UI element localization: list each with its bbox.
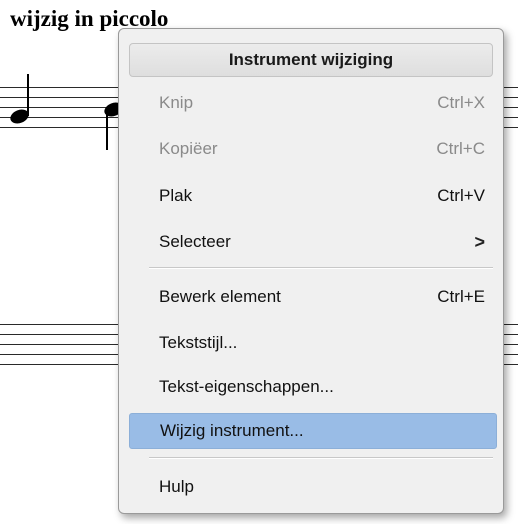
menu-item-change-instrument[interactable]: Wijzig instrument... — [129, 413, 497, 449]
menu-item-shortcut: Ctrl+C — [436, 139, 485, 158]
menu-item-label: Plak — [159, 186, 193, 205]
menu-item-copy[interactable]: Kopiëer Ctrl+C — [129, 131, 497, 167]
menu-item-text-properties[interactable]: Tekst-eigenschappen... — [129, 369, 497, 405]
menu-item-shortcut: Ctrl+V — [437, 186, 485, 205]
menu-item-shortcut: Ctrl+X — [437, 93, 485, 112]
chevron-right-icon: > — [474, 231, 485, 252]
note-stem — [27, 74, 29, 116]
menu-item-shortcut: Ctrl+E — [437, 287, 485, 306]
menu-item-label: Knip — [159, 93, 194, 112]
menu-item-label: Kopiëer — [159, 139, 218, 158]
menu-item-label: Wijzig instrument... — [160, 421, 304, 440]
menu-item-label: Bewerk element — [159, 287, 281, 306]
menu-item-edit-element[interactable]: Bewerk element Ctrl+E — [129, 279, 497, 315]
menu-header: Instrument wijziging — [129, 43, 493, 77]
menu-item-label: Selecteer — [159, 232, 231, 251]
menu-item-text-style[interactable]: Tekststijl... — [129, 325, 497, 361]
menu-separator — [149, 267, 493, 269]
context-menu: Instrument wijziging Knip Ctrl+X Kopiëer… — [118, 28, 504, 514]
menu-item-label: Tekst-eigenschappen... — [159, 377, 334, 396]
menu-item-label: Tekststijl... — [159, 333, 238, 352]
menu-item-cut[interactable]: Knip Ctrl+X — [129, 85, 497, 121]
menu-item-label: Hulp — [159, 477, 194, 496]
note-stem — [106, 108, 108, 150]
menu-separator — [149, 457, 493, 459]
menu-item-select[interactable]: Selecteer > — [129, 224, 497, 260]
menu-item-help[interactable]: Hulp — [129, 469, 497, 505]
menu-item-paste[interactable]: Plak Ctrl+V — [129, 178, 497, 214]
